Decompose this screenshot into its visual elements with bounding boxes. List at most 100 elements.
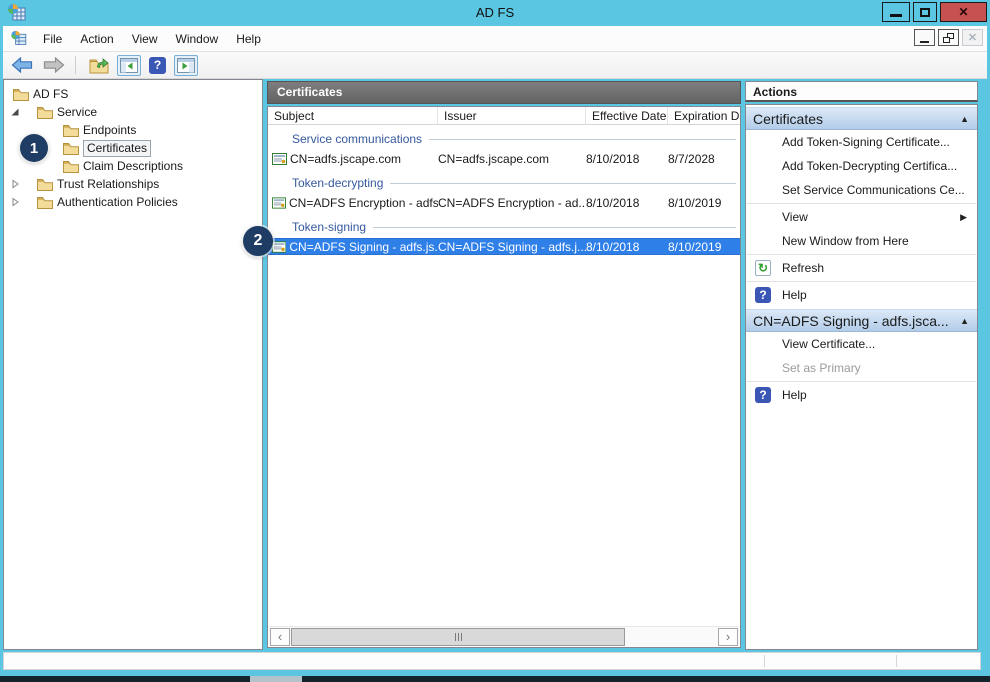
collapse-arrow-icon[interactable]: ▲: [960, 114, 969, 124]
minimize-icon: [890, 14, 902, 17]
submenu-arrow-icon: ▶: [960, 212, 967, 223]
help-button[interactable]: ?: [147, 55, 168, 76]
scroll-left-button[interactable]: ‹: [270, 628, 290, 646]
console-tree-icon: [120, 58, 138, 73]
collapsed-arrow-icon[interactable]: [10, 179, 20, 189]
menu-window[interactable]: Window: [167, 28, 228, 50]
cert-issuer: CN=adfs.jscape.com: [438, 152, 586, 166]
column-header-subject[interactable]: Subject: [268, 107, 438, 124]
collapse-arrow-icon[interactable]: ▲: [960, 316, 969, 326]
certificate-row[interactable]: CN=adfs.jscape.com CN=adfs.jscape.com 8/…: [268, 150, 741, 167]
action-help[interactable]: ? Help: [746, 283, 977, 307]
close-button[interactable]: ✕: [940, 2, 987, 22]
mdi-minimize-button[interactable]: [914, 29, 935, 46]
annotation-badge-1: 1: [20, 134, 48, 162]
console-tree-panel: AD FS Service Endpoints: [3, 79, 263, 650]
mdi-restore-icon: [943, 33, 954, 43]
menu-view[interactable]: View: [123, 28, 167, 50]
help-icon: ?: [755, 287, 771, 303]
scroll-right-button[interactable]: ›: [718, 628, 738, 646]
column-header-expiration-date[interactable]: Expiration Date: [668, 107, 741, 124]
certificate-row[interactable]: CN=ADFS Encryption - adfs... CN=ADFS Enc…: [268, 194, 741, 211]
cert-issuer: CN=ADFS Signing - adfs.j...: [438, 240, 586, 254]
action-view[interactable]: View ▶: [746, 205, 977, 229]
cert-subject: CN=ADFS Encryption - adfs...: [289, 196, 438, 210]
tree-item-label: Claim Descriptions: [83, 159, 183, 173]
tree-item-service[interactable]: Service: [4, 103, 262, 121]
tree-item-label: Service: [57, 105, 97, 119]
action-set-service-communications-certificate[interactable]: Set Service Communications Ce...: [746, 178, 977, 202]
cert-expiration-date: 8/10/2019: [668, 240, 741, 254]
action-set-as-primary: Set as Primary: [746, 356, 977, 380]
action-add-token-signing-certificate[interactable]: Add Token-Signing Certificate...: [746, 130, 977, 154]
toolbar: ?: [3, 52, 987, 79]
adfs-mmc-window: AD FS ✕ File Action View Window Help: [0, 0, 990, 682]
folder-icon: [63, 142, 79, 155]
tree-item-adfs[interactable]: AD FS: [4, 85, 262, 103]
menubar: File Action View Window Help ✕: [3, 26, 987, 52]
actions-separator: [747, 254, 976, 255]
action-refresh[interactable]: ↻ Refresh: [746, 256, 977, 280]
back-arrow-icon: [11, 57, 33, 73]
scrollbar-thumb[interactable]: [291, 628, 625, 646]
statusbar-divider: [896, 655, 897, 667]
action-new-window-from-here[interactable]: New Window from Here: [746, 229, 977, 253]
actions-panel-body: Certificates ▲ Add Token-Signing Certifi…: [745, 104, 978, 650]
folder-icon: [63, 124, 79, 137]
maximize-icon: [920, 8, 930, 17]
cert-subject: CN=adfs.jscape.com: [290, 152, 401, 166]
folder-icon: [63, 160, 79, 173]
tree-item-authentication-policies[interactable]: Authentication Policies: [4, 193, 262, 211]
actions-panel: Actions Certificates ▲ Add Token-Signing…: [745, 81, 978, 650]
collapsed-arrow-icon[interactable]: [10, 197, 20, 207]
menu-help[interactable]: Help: [227, 28, 270, 50]
folder-icon: [37, 196, 53, 209]
help-icon: ?: [149, 57, 166, 74]
menu-file[interactable]: File: [34, 28, 71, 50]
menu-action[interactable]: Action: [71, 28, 122, 50]
show-console-tree-button[interactable]: [117, 55, 141, 76]
export-list-button[interactable]: [87, 55, 111, 76]
tree-item-label: AD FS: [33, 87, 68, 101]
column-header-issuer[interactable]: Issuer: [438, 107, 586, 124]
maximize-button[interactable]: [913, 2, 937, 22]
titlebar: AD FS ✕: [0, 0, 990, 26]
actions-section-certificates[interactable]: Certificates ▲: [746, 107, 977, 130]
tree-item-claim-descriptions[interactable]: Claim Descriptions: [4, 157, 262, 175]
cert-effective-date: 8/10/2018: [586, 240, 668, 254]
forward-arrow-icon: [43, 57, 65, 73]
action-view-certificate[interactable]: View Certificate...: [746, 332, 977, 356]
actions-separator: [747, 281, 976, 282]
expanded-arrow-icon[interactable]: [10, 107, 20, 117]
certificate-icon: [272, 241, 286, 253]
console-app-icon: [10, 30, 28, 47]
forward-button[interactable]: [41, 55, 67, 75]
actions-separator: [747, 203, 976, 204]
toolbar-separator: [75, 56, 76, 74]
action-help-2[interactable]: ? Help: [746, 383, 977, 407]
show-action-pane-button[interactable]: [174, 55, 198, 76]
taskbar-segment: [250, 676, 302, 682]
tree-item-trust-relationships[interactable]: Trust Relationships: [4, 175, 262, 193]
cert-subject: CN=ADFS Signing - adfs.js...: [289, 240, 438, 254]
column-header-effective-date[interactable]: Effective Date: [586, 107, 668, 124]
panel-title: Certificates: [267, 81, 741, 104]
close-icon: ✕: [958, 5, 968, 19]
folder-icon: [37, 178, 53, 191]
horizontal-scrollbar: ‹ ›: [269, 626, 739, 646]
certificates-list: Subject Issuer Effective Date Expiration…: [267, 106, 741, 648]
cert-effective-date: 8/10/2018: [586, 152, 668, 166]
back-button[interactable]: [9, 55, 35, 75]
certificates-panel: Certificates Subject Issuer Effective Da…: [267, 81, 741, 650]
folder-export-icon: [89, 57, 109, 74]
help-icon: ?: [755, 387, 771, 403]
minimize-button[interactable]: [882, 2, 910, 22]
certificate-row-selected[interactable]: CN=ADFS Signing - adfs.js... CN=ADFS Sig…: [268, 238, 741, 255]
mdi-minimize-icon: [920, 41, 929, 43]
tree-item-label: Authentication Policies: [57, 195, 178, 209]
mdi-restore-button[interactable]: [938, 29, 959, 46]
action-add-token-decrypting-certificate[interactable]: Add Token-Decrypting Certifica...: [746, 154, 977, 178]
mdi-close-icon: ✕: [968, 31, 977, 44]
folder-icon: [37, 106, 53, 119]
actions-section-selected-certificate[interactable]: CN=ADFS Signing - adfs.jsca... ▲: [746, 309, 977, 332]
